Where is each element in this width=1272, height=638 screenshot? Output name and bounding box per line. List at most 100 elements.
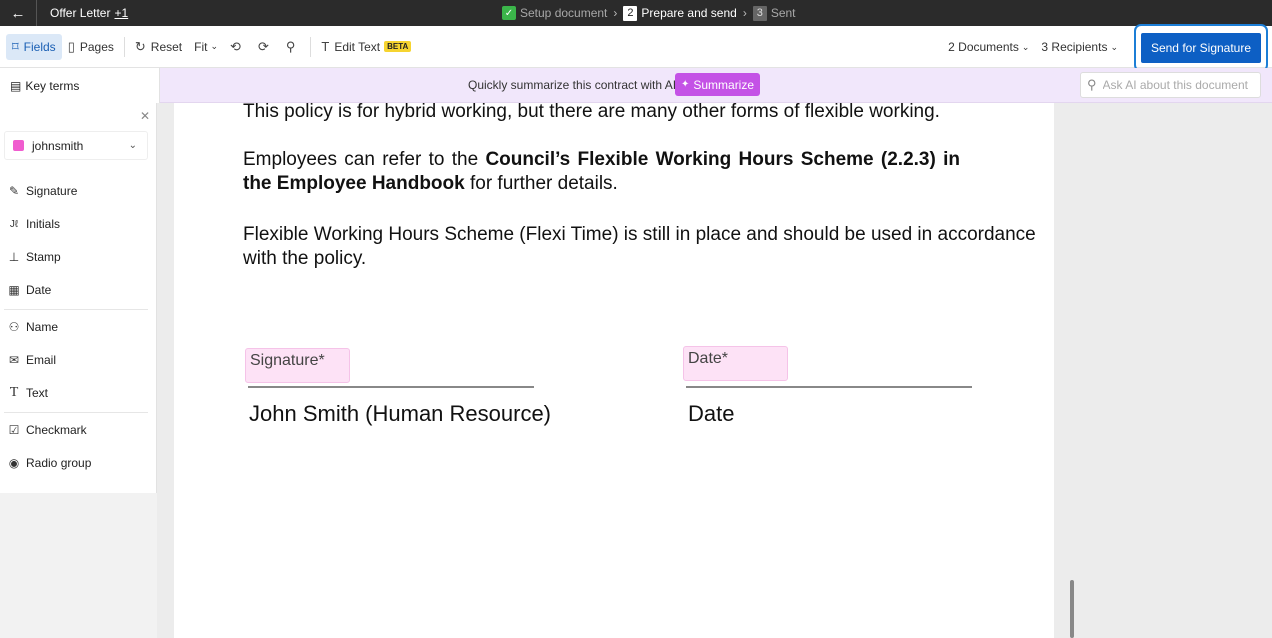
arrow-left-icon[interactable]: ← [0, 5, 36, 22]
toolbar-right: 2 Documents ⌄ 3 Recipients ⌄ Send for Si… [942, 24, 1272, 72]
calendar-icon: ▦ [8, 283, 20, 297]
document-title-text: Offer Letter [50, 6, 111, 20]
signature-line [248, 386, 534, 388]
date-field[interactable]: Date* [683, 346, 788, 381]
text-cursor-icon: T [321, 39, 330, 54]
chevron-down-icon: ⌄ [1021, 41, 1030, 52]
field-label: Stamp [26, 250, 61, 264]
chevron-right-icon: › [742, 6, 747, 20]
bold-text: Employee Handbook [276, 173, 465, 194]
ai-prompt-text: Quickly summarize this contract with AI [468, 78, 677, 92]
field-text[interactable]: T Text [0, 380, 150, 406]
signature-field[interactable]: Signature* [245, 348, 350, 383]
close-icon[interactable]: ✕ [140, 109, 150, 123]
field-initials[interactable]: Jℓ Initials [0, 211, 150, 237]
search-icon: ⚲ [285, 38, 296, 54]
paragraph: Employees can refer to the Council’s Fle… [243, 148, 960, 196]
search-icon: ⚲ [1087, 77, 1097, 92]
field-name[interactable]: ⚇ Name [0, 314, 150, 340]
ai-bar: ▤ Key terms Quickly summarize this contr… [0, 68, 1272, 103]
divider [4, 412, 148, 413]
fields-tab[interactable]: ⌑ Fields [6, 33, 62, 60]
recipients-label: 3 Recipients [1041, 40, 1108, 54]
paragraph: Flexible Working Hours Scheme (Flexi Tim… [243, 224, 1036, 245]
chevron-down-icon: ⌄ [128, 140, 137, 151]
recipient-name: johnsmith [32, 138, 84, 153]
fields-icon: ⌑ [12, 38, 19, 54]
sparkle-icon: ✦ [680, 79, 690, 90]
check-icon: ✓ [502, 6, 516, 20]
panel-empty-area [0, 493, 157, 638]
scrollbar-thumb[interactable] [1070, 580, 1074, 638]
rotate-right-icon: ⟳ [257, 38, 269, 54]
divider [36, 0, 37, 26]
fit-dropdown[interactable]: Fit ⌄ [188, 34, 224, 60]
chevron-down-icon: ⌄ [210, 41, 219, 51]
step-number-2: 2 [623, 5, 638, 21]
pages-tab[interactable]: ▯ Pages [62, 34, 120, 60]
divider [4, 309, 148, 310]
ask-ai-box: ⚲ [1080, 72, 1261, 98]
step-prepare-and-send: Prepare and send [641, 6, 737, 20]
field-label: Name [26, 320, 59, 334]
reset-icon: ↻ [134, 38, 146, 54]
step-setup-document[interactable]: Setup document [520, 6, 607, 20]
field-radio-group[interactable]: ◉ Radio group [0, 450, 150, 476]
field-label: Signature [26, 184, 78, 198]
key-terms-button[interactable]: ▤ Key terms [0, 68, 160, 103]
field-stamp[interactable]: ⊥ Stamp [0, 244, 150, 270]
field-email[interactable]: ✉ Email [0, 347, 150, 373]
edit-text-label: Edit Text [334, 39, 381, 54]
signer-name: John Smith (Human Resource) [249, 401, 552, 426]
paragraph-text: Employees can refer to the [243, 149, 486, 170]
chevron-right-icon: › [613, 6, 618, 20]
rotate-right-button[interactable]: ⟳ [252, 34, 280, 60]
paragraph: This policy is for hybrid working, but t… [243, 101, 940, 122]
field-date[interactable]: ▦ Date [0, 277, 150, 303]
send-for-signature-button[interactable]: Send for Signature [1141, 33, 1261, 63]
summarize-label: Summarize [693, 77, 755, 92]
initials-icon: Jℓ [9, 218, 19, 230]
field-checkmark[interactable]: ☑ Checkmark [0, 417, 150, 443]
page-icon: ▯ [67, 38, 75, 54]
field-label: Text [26, 386, 49, 400]
chevron-down-icon: ⌄ [1110, 41, 1118, 52]
pen-icon: ✎ [8, 184, 20, 198]
recipients-dropdown[interactable]: 3 Recipients ⌄ [1035, 34, 1124, 60]
date-label: Date [688, 401, 735, 426]
edit-text-button[interactable]: T Edit Text BETA [315, 34, 417, 60]
rotate-left-button[interactable]: ⟲ [224, 34, 252, 60]
text-icon: T [9, 385, 19, 400]
radio-icon: ◉ [8, 456, 20, 470]
summarize-button[interactable]: ✦ Summarize [675, 73, 760, 96]
documents-label: 2 Documents [948, 40, 1019, 54]
search-button[interactable]: ⚲ [280, 34, 307, 60]
stamp-icon: ⊥ [8, 250, 20, 264]
date-line [686, 386, 972, 388]
reset-label: Reset [150, 39, 183, 54]
documents-dropdown[interactable]: 2 Documents ⌄ [942, 34, 1035, 60]
list-icon: ▤ [10, 78, 22, 93]
top-bar: ← Offer Letter +1 ✓ Setup document › 2 Pr… [0, 0, 1272, 26]
step-sent: Sent [770, 6, 796, 20]
key-terms-label: Key terms [25, 78, 80, 93]
field-label: Date [26, 283, 52, 297]
extra-documents-link[interactable]: +1 [114, 6, 128, 20]
rotate-left-icon: ⟲ [230, 38, 241, 54]
field-signature[interactable]: ✎ Signature [0, 178, 150, 204]
person-icon: ⚇ [8, 320, 20, 334]
paragraph: with the policy. [243, 248, 367, 269]
fields-panel: ✕ johnsmith ⌄ ✎ Signature Jℓ Initials ⊥ … [0, 103, 157, 638]
fields-tab-label: Fields [23, 39, 56, 54]
paragraph-text: for further details. [464, 173, 618, 194]
step-number-3: 3 [752, 5, 767, 21]
divider [310, 36, 312, 57]
field-label: Initials [26, 217, 61, 231]
recipient-color-swatch [13, 140, 24, 151]
divider [123, 36, 125, 57]
reset-button[interactable]: ↻ Reset [129, 34, 188, 60]
ask-ai-input[interactable] [1102, 78, 1253, 92]
recipient-select[interactable]: johnsmith ⌄ [4, 131, 148, 160]
toolbar: ⌑ Fields ▯ Pages ↻ Reset Fit ⌄ ⟲ ⟳ ⚲ T E… [0, 24, 1272, 72]
document-page: This policy is for hybrid working, but t… [174, 101, 1054, 638]
